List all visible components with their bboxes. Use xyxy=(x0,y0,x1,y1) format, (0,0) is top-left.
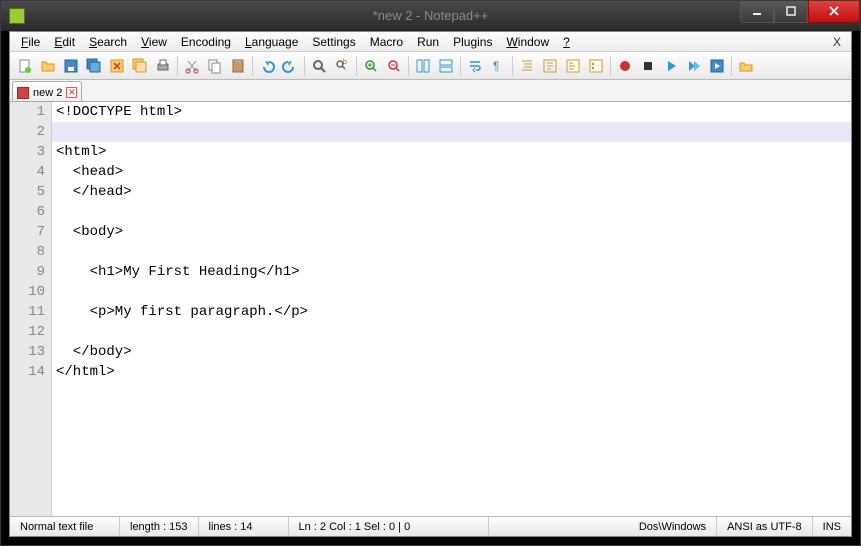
toolbar-separator xyxy=(252,56,253,76)
show-folder-button[interactable] xyxy=(735,55,757,77)
editor-area: 1234567891011121314 <!DOCTYPE html><html… xyxy=(10,102,851,516)
app-window: *new 2 - Notepad++ File Edit Search View… xyxy=(0,0,861,546)
close-all-button[interactable] xyxy=(129,55,151,77)
close-file-button[interactable] xyxy=(106,55,128,77)
doc-map-button[interactable] xyxy=(562,55,584,77)
toolbar: b ¶ xyxy=(10,52,851,80)
toolbar-separator xyxy=(177,56,178,76)
save-all-button[interactable] xyxy=(83,55,105,77)
toolbar-separator xyxy=(460,56,461,76)
status-eol[interactable]: Dos\Windows xyxy=(629,517,717,536)
menu-edit[interactable]: Edit xyxy=(47,33,82,51)
unsaved-file-icon xyxy=(17,87,29,99)
open-file-button[interactable] xyxy=(37,55,59,77)
print-button[interactable] xyxy=(152,55,174,77)
menu-window[interactable]: Window xyxy=(499,33,556,51)
save-macro-button[interactable] xyxy=(706,55,728,77)
play-multi-button[interactable] xyxy=(683,55,705,77)
line-number-gutter[interactable]: 1234567891011121314 xyxy=(10,102,52,516)
menu-file[interactable]: File xyxy=(14,33,47,51)
menu-search[interactable]: Search xyxy=(82,33,134,51)
code-editor[interactable]: <!DOCTYPE html><html> <head> </head> <bo… xyxy=(52,102,851,516)
minimize-button[interactable] xyxy=(740,1,774,23)
func-list-button[interactable] xyxy=(585,55,607,77)
toolbar-separator xyxy=(304,56,305,76)
indent-guide-button[interactable] xyxy=(516,55,538,77)
replace-button[interactable]: b xyxy=(331,55,353,77)
zoom-out-button[interactable] xyxy=(383,55,405,77)
sync-h-button[interactable] xyxy=(435,55,457,77)
window-title: *new 2 - Notepad++ xyxy=(373,8,489,23)
save-button[interactable] xyxy=(60,55,82,77)
cut-button[interactable] xyxy=(181,55,203,77)
user-lang-button[interactable] xyxy=(539,55,561,77)
mdi-close-button[interactable]: X xyxy=(833,35,847,49)
title-bar[interactable]: *new 2 - Notepad++ xyxy=(1,1,860,31)
menu-bar: File Edit Search View Encoding Language … xyxy=(10,32,851,52)
toolbar-separator xyxy=(512,56,513,76)
status-lines: lines : 14 xyxy=(199,517,289,536)
wordwrap-button[interactable] xyxy=(464,55,486,77)
close-button[interactable] xyxy=(808,1,860,23)
zoom-in-button[interactable] xyxy=(360,55,382,77)
tab-bar: new 2 ✕ xyxy=(10,80,851,102)
find-button[interactable] xyxy=(308,55,330,77)
paste-button[interactable] xyxy=(227,55,249,77)
app-icon xyxy=(9,8,25,24)
menu-view[interactable]: View xyxy=(134,33,174,51)
copy-button[interactable] xyxy=(204,55,226,77)
record-macro-button[interactable] xyxy=(614,55,636,77)
toolbar-separator xyxy=(610,56,611,76)
sync-v-button[interactable] xyxy=(412,55,434,77)
tab-close-button[interactable]: ✕ xyxy=(66,87,77,98)
menu-macro[interactable]: Macro xyxy=(363,33,410,51)
undo-button[interactable] xyxy=(256,55,278,77)
toolbar-separator xyxy=(356,56,357,76)
status-position: Ln : 2 Col : 1 Sel : 0 | 0 xyxy=(289,517,489,536)
maximize-button[interactable] xyxy=(774,1,808,23)
play-macro-button[interactable] xyxy=(660,55,682,77)
menu-encoding[interactable]: Encoding xyxy=(174,33,238,51)
status-filetype: Normal text file xyxy=(10,517,120,536)
svg-text:¶: ¶ xyxy=(493,59,499,73)
client-area: File Edit Search View Encoding Language … xyxy=(9,31,852,537)
menu-run[interactable]: Run xyxy=(410,33,446,51)
toolbar-separator xyxy=(731,56,732,76)
stop-macro-button[interactable] xyxy=(637,55,659,77)
status-bar: Normal text file length : 153 lines : 14… xyxy=(10,516,851,536)
tab-label: new 2 xyxy=(33,87,62,99)
new-file-button[interactable] xyxy=(14,55,36,77)
toolbar-separator xyxy=(408,56,409,76)
redo-button[interactable] xyxy=(279,55,301,77)
menu-language[interactable]: Language xyxy=(238,33,305,51)
menu-help[interactable]: ? xyxy=(556,33,577,51)
status-encoding[interactable]: ANSI as UTF-8 xyxy=(717,517,813,536)
menu-plugins[interactable]: Plugins xyxy=(446,33,499,51)
status-insert-mode[interactable]: INS xyxy=(813,517,851,536)
status-length: length : 153 xyxy=(120,517,199,536)
svg-text:b: b xyxy=(343,59,347,66)
window-controls xyxy=(740,1,860,23)
show-all-chars-button[interactable]: ¶ xyxy=(487,55,509,77)
file-tab[interactable]: new 2 ✕ xyxy=(12,81,82,101)
menu-settings[interactable]: Settings xyxy=(305,33,362,51)
